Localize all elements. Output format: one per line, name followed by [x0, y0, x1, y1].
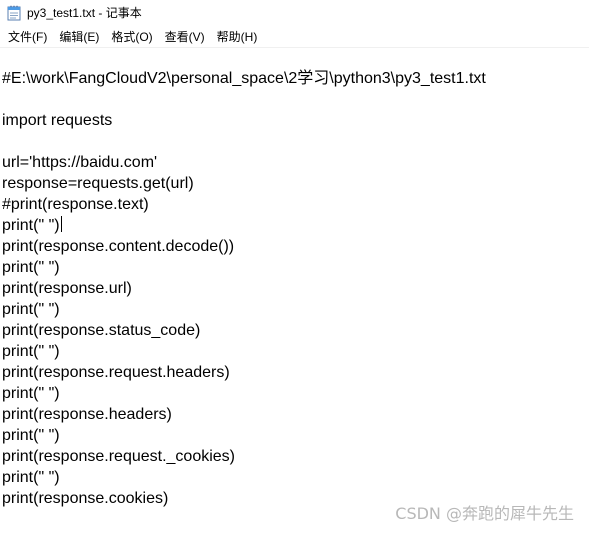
text-lines: #E:\work\FangCloudV2\personal_space\2学习\… [2, 68, 486, 509]
menu-format[interactable]: 格式(O) [105, 26, 158, 47]
text-line [2, 89, 486, 110]
text-line [2, 131, 486, 152]
text-line: print(" ") [2, 301, 60, 318]
text-line: print(response.headers) [2, 406, 172, 423]
text-line: print(" ") [2, 385, 60, 402]
menu-edit[interactable]: 编辑(E) [53, 26, 105, 47]
text-line: print(" ") [2, 427, 60, 444]
text-line: url='https://baidu.com' [2, 154, 158, 171]
text-line: print(response.content.decode()) [2, 238, 235, 255]
notepad-window: py3_test1.txt - 记事本 文件(F) 编辑(E) 格式(O) 查看… [0, 0, 589, 533]
window-title: py3_test1.txt - 记事本 [27, 6, 142, 20]
text-line: print(" ") [2, 216, 62, 234]
menu-bar: 文件(F) 编辑(E) 格式(O) 查看(V) 帮助(H) [0, 25, 589, 47]
notepad-icon [7, 5, 21, 21]
text-line: print(response.request.headers) [2, 364, 230, 381]
text-line: response=requests.get(url) [2, 175, 194, 192]
title-bar[interactable]: py3_test1.txt - 记事本 [0, 0, 589, 25]
text-caret [60, 216, 62, 232]
text-line: #print(response.text) [2, 196, 149, 213]
menu-view[interactable]: 查看(V) [159, 26, 211, 47]
watermark-text: CSDN @奔跑的犀牛先生 [395, 504, 574, 523]
text-line: print(" ") [2, 343, 60, 360]
menu-file[interactable]: 文件(F) [2, 26, 53, 47]
text-line: print(response.status_code) [2, 322, 201, 339]
text-line: print(" ") [2, 259, 60, 276]
text-line: print(response.request._cookies) [2, 448, 236, 465]
text-line: #E:\work\FangCloudV2\personal_space\2学习\… [2, 70, 486, 87]
menu-help[interactable]: 帮助(H) [211, 26, 264, 47]
text-line: print(" ") [2, 469, 60, 486]
text-line: import requests [2, 112, 113, 129]
text-editor-area[interactable]: #E:\work\FangCloudV2\personal_space\2学习\… [0, 48, 589, 533]
text-line: print(response.url) [2, 280, 132, 297]
